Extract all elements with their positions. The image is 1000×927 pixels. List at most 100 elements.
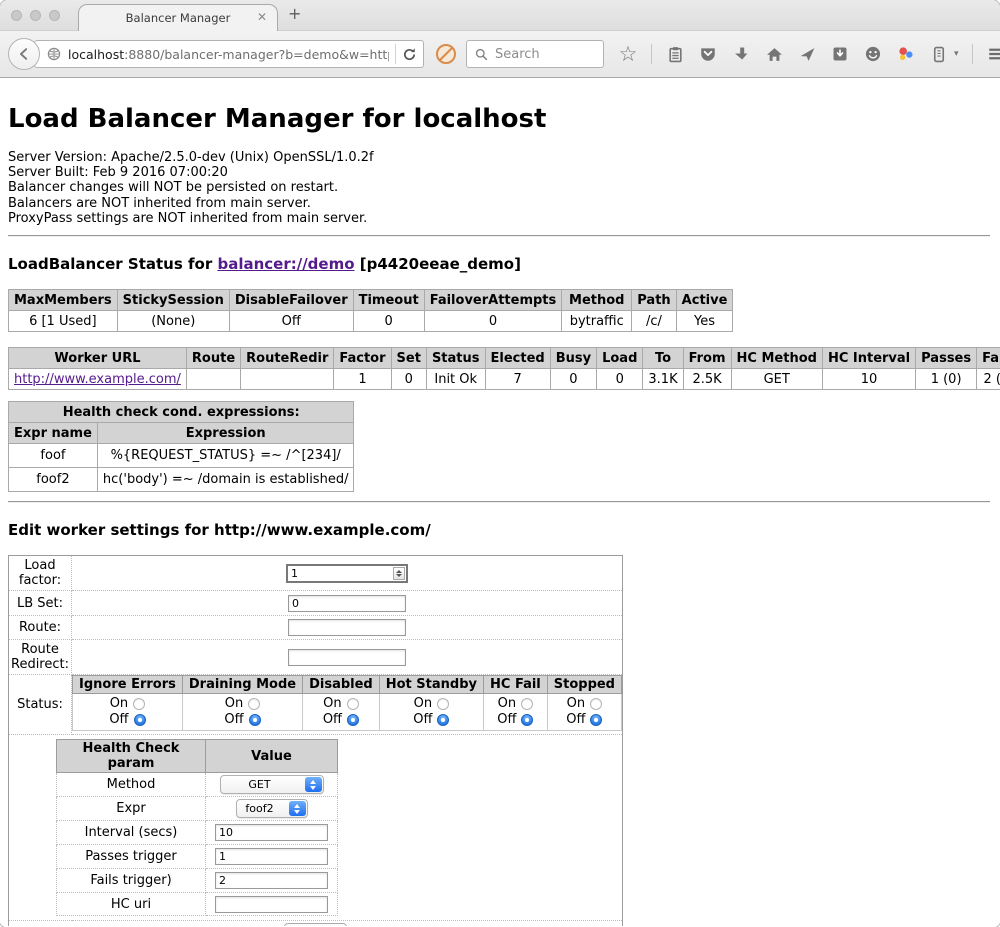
radio-off[interactable] [347,714,359,726]
radio-on[interactable] [248,698,260,710]
radio-off[interactable] [590,714,602,726]
health-check-expressions-table: Health check cond. expressions: Expr nam… [8,401,354,492]
back-arrow-icon [17,47,31,61]
hc-interval-input[interactable] [215,824,328,841]
urlbar-divider [395,44,396,64]
load-factor-value: 1 [291,567,298,580]
close-window-button[interactable] [11,10,22,21]
hc-uri-input[interactable] [215,896,328,913]
cell: foof [9,444,98,468]
status-draining-mode-cell: On Off [182,694,302,731]
cell: 1 (0) [916,369,977,390]
route-redirect-input[interactable] [288,649,406,666]
column-header: To [643,348,683,369]
submit-button[interactable]: Submit [284,923,347,926]
cell: bytraffic [562,311,632,332]
status-label: Status: [9,675,72,735]
cell: 0 [597,369,643,390]
sidebar-panel-icon[interactable] [929,44,949,64]
on-label: On [567,696,585,712]
hc-uri-label: HC uri [57,893,206,916]
divider [8,235,990,237]
bookmark-star-icon[interactable]: ☆ [618,44,638,64]
cell: (None) [117,311,229,332]
menu-hamburger-icon[interactable] [986,44,1000,64]
column-header: Disabled [303,676,380,694]
url-bar[interactable]: localhost:8880/balancer-manager?b=demo&w… [34,40,424,68]
status-stopped-cell: On Off [547,694,621,731]
cell: Init Ok [426,369,485,390]
lb-set-input[interactable] [288,595,406,612]
colored-dots-icon[interactable] [896,44,916,64]
route-redirect-label: Route Redirect: [9,640,72,675]
tab-balancer-manager[interactable]: Balancer Manager ✕ [78,4,278,31]
url-path: :8880/balancer-manager?b=demo&w=http://w… [124,47,389,62]
home-icon[interactable] [764,44,784,64]
cell: GET [731,369,822,390]
history-clipboard-icon[interactable] [665,44,685,64]
cell: Yes [676,311,733,332]
column-header: Worker URL [9,348,187,369]
send-page-icon[interactable] [797,44,817,64]
load-factor-input[interactable]: 1 [286,564,408,583]
radio-off[interactable] [134,714,146,726]
minimize-window-button[interactable] [30,10,41,21]
radio-off[interactable] [521,714,533,726]
column-header: Route [186,348,240,369]
cell [241,369,334,390]
worker-status-table: Worker URL Route RouteRedir Factor Set S… [8,347,1000,390]
cell: /c/ [632,311,676,332]
radio-on[interactable] [590,698,602,710]
toolbar-icons: ☆ [618,44,1000,64]
url-text[interactable]: localhost:8880/balancer-manager?b=demo&w… [68,47,389,62]
hc-expr-select[interactable]: foof2 [236,799,308,818]
cell: 2 (0) [977,369,1000,390]
cell: 2.5K [683,369,731,390]
column-header: DisableFailover [229,290,353,311]
browser-window: Balancer Manager ✕ + localhost:8880/bala… [0,0,1000,927]
reload-button[interactable] [402,47,417,62]
back-button[interactable] [8,38,40,70]
hc-fails-input[interactable] [215,872,328,889]
on-label: On [323,696,341,712]
column-header: Elected [485,348,550,369]
column-header: Hot Standby [379,676,483,694]
cell: 1 [334,369,391,390]
column-header: Factor [334,348,391,369]
forget-smiley-icon[interactable] [863,44,883,64]
page-title: Load Balancer Manager for localhost [8,104,990,134]
zoom-window-button[interactable] [49,10,60,21]
number-stepper-icon[interactable] [393,567,405,580]
column-header: FailoverAttempts [424,290,562,311]
cell: 0 [353,311,424,332]
panel-dropdown-caret-icon[interactable]: ▾ [954,49,959,59]
radio-on[interactable] [347,698,359,710]
column-header: HC Method [731,348,822,369]
worker-url-link[interactable]: http://www.example.com/ [14,372,181,387]
route-label: Route: [9,616,72,640]
radio-on[interactable] [521,698,533,710]
tab-close-icon[interactable]: ✕ [257,10,267,24]
hc-method-select[interactable]: GET [220,775,324,794]
column-header: HC Fail [484,676,548,694]
search-input[interactable]: Search [466,40,604,68]
new-tab-button[interactable]: + [288,4,301,23]
tab-bar: Balancer Manager ✕ + [0,0,1000,30]
content-blocked-icon[interactable] [436,44,456,64]
cell: %{REQUEST_STATUS} =~ /^[234]/ [97,444,354,468]
save-to-device-icon[interactable] [830,44,850,64]
pocket-icon[interactable] [698,44,718,64]
cell: foof2 [9,468,98,492]
radio-on[interactable] [133,698,145,710]
downloads-icon[interactable] [731,44,751,64]
radio-off[interactable] [249,714,261,726]
balancer-demo-link[interactable]: balancer://demo [217,255,354,273]
radio-on[interactable] [437,698,449,710]
route-input[interactable] [288,619,406,636]
status-table: Ignore Errors Draining Mode Disabled Hot… [72,675,622,731]
hc-passes-input[interactable] [215,848,328,865]
radio-off[interactable] [437,714,449,726]
on-label: On [498,696,516,712]
health-check-param-table: Health Check param Value Method GET [56,739,338,916]
server-note-line: ProxyPass settings are NOT inherited fro… [8,211,990,226]
